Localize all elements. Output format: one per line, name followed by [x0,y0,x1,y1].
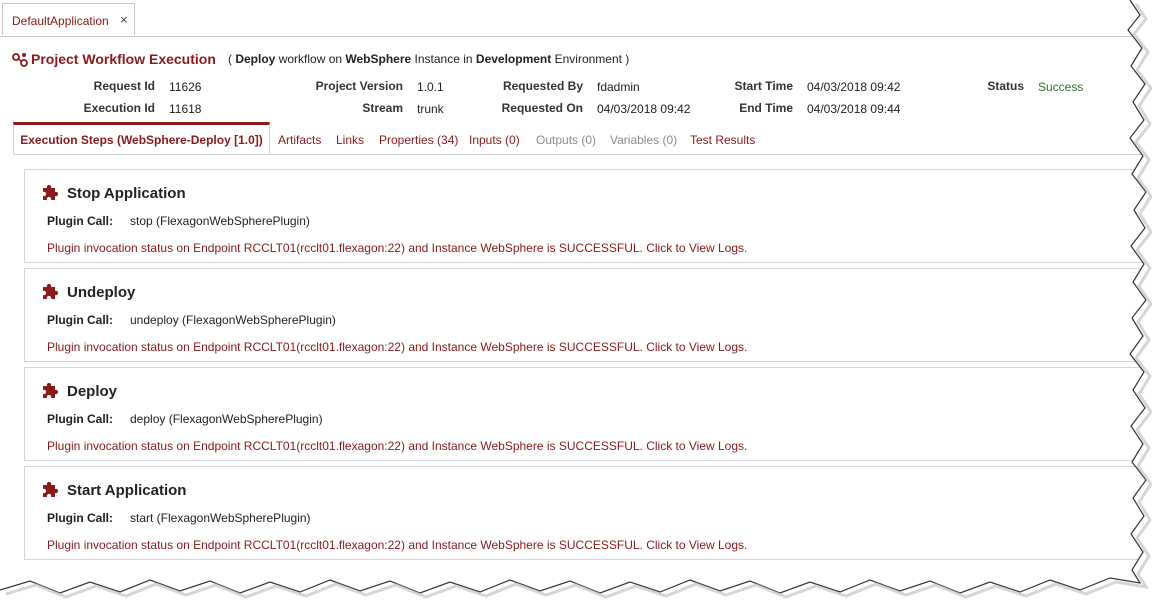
page-title: Project Workflow Execution [31,51,216,67]
step-title: Deploy [67,383,118,400]
application-frame: DefaultApplication × Project Workflow Ex… [0,0,1152,613]
step-title: Undeploy [67,284,136,301]
tab-inputs[interactable]: Inputs (0) [469,122,520,154]
view-logs-link[interactable]: Plugin invocation status on Endpoint RCC… [47,241,747,255]
plugin-call-value: deploy (FlexagonWebSpherePlugin) [130,412,323,426]
execution-tabs: Execution Steps (WebSphere-Deploy [1.0])… [13,122,1152,155]
tab-artifacts[interactable]: Artifacts [278,122,321,154]
step-panel: Deploy Plugin Call: deploy (FlexagonWebS… [24,367,1152,461]
project-version-label: Project Version [315,79,403,93]
tab-variables: Variables (0) [610,133,678,147]
view-logs-link[interactable]: Plugin invocation status on Endpoint RCC… [47,538,747,552]
plugin-call-value: start (FlexagonWebSpherePlugin) [130,511,311,525]
step-title: Stop Application [67,185,186,202]
plugin-call-value: stop (FlexagonWebSpherePlugin) [130,214,310,228]
start-time-value: 04/03/2018 09:42 [807,80,901,94]
status-label: Status [987,79,1024,93]
workflow-icon [12,53,28,67]
close-icon[interactable]: × [120,12,128,27]
tab-default-application[interactable]: DefaultApplication × [2,3,135,35]
puzzle-piece-icon [43,184,59,200]
stream-value: trunk [417,102,444,116]
end-time-label: End Time [739,101,793,115]
end-time-value: 04/03/2018 09:44 [807,102,901,116]
requested-by-label: Requested By [502,79,583,93]
execution-id-value: 11618 [169,102,202,116]
page-subtitle: ( Deploy workflow on WebSphere Instance … [228,52,630,66]
plugin-call-value: undeploy (FlexagonWebSpherePlugin) [130,313,336,327]
plugin-call-label: Plugin Call: [47,511,113,525]
puzzle-piece-icon [43,283,59,299]
plugin-call-label: Plugin Call: [47,412,113,426]
status-value: Success [1038,80,1084,94]
step-panel: Stop Application Plugin Call: stop (Flex… [24,169,1152,263]
tab-outputs: Outputs (0) [536,133,597,147]
step-title: Start Application [67,482,187,499]
puzzle-piece-icon [43,481,59,497]
plugin-call-label: Plugin Call: [47,313,113,327]
step-panel: Undeploy Plugin Call: undeploy (Flexagon… [24,268,1152,362]
requested-on-label: Requested On [501,101,583,115]
step-panel: Start Application Plugin Call: start (Fl… [24,466,1152,560]
plugin-call-label: Plugin Call: [47,214,113,228]
stream-label: Stream [362,101,403,115]
tab-links[interactable]: Links [336,122,364,154]
puzzle-piece-icon [43,382,59,398]
tab-test-results[interactable]: Test Results [690,122,755,154]
requested-on-value: 04/03/2018 09:42 [597,102,691,116]
app-tab-strip: DefaultApplication × [0,0,1152,37]
requested-by-value: fdadmin [597,80,640,94]
start-time-label: Start Time [734,79,793,93]
request-id-value: 11626 [169,80,202,94]
view-logs-link[interactable]: Plugin invocation status on Endpoint RCC… [47,340,747,354]
project-version-value: 1.0.1 [417,80,444,94]
tab-properties[interactable]: Properties (34) [379,122,458,154]
tab-execution-steps[interactable]: Execution Steps (WebSphere-Deploy [1.0]) [13,122,270,154]
view-logs-link[interactable]: Plugin invocation status on Endpoint RCC… [47,439,747,453]
app-tab-label: DefaultApplication [12,14,109,28]
request-id-label: Request Id [93,79,155,93]
execution-id-label: Execution Id [83,101,155,115]
